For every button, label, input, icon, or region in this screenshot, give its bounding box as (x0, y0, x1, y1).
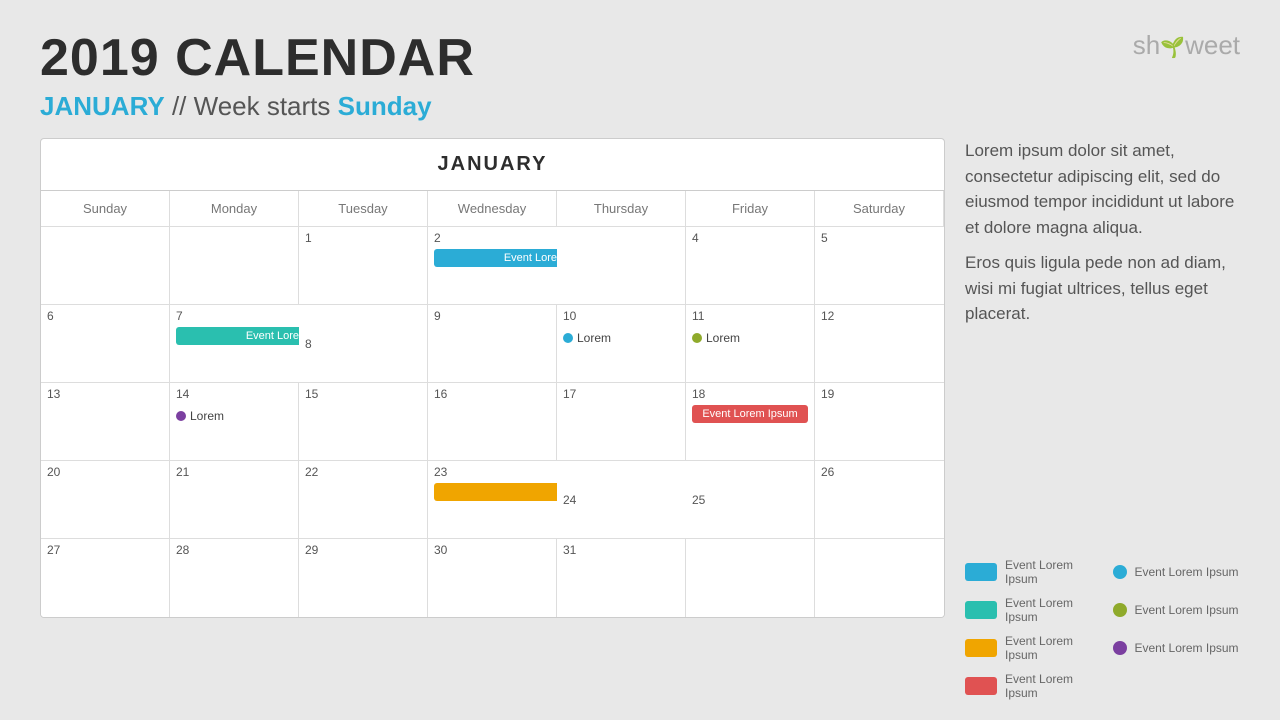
cell-jan-24-span: 24 (557, 461, 686, 539)
legend-circle-olive (1113, 603, 1127, 617)
cell-jan-16: 16 (428, 383, 557, 461)
day-sunday: Sunday (41, 191, 170, 227)
cell-jan-13: 13 (41, 383, 170, 461)
cell-jan-5: 5 (815, 227, 944, 305)
cell-jan-7: 7 Event Lorem Ipsum (170, 305, 299, 383)
cell-jan-1: 1 (299, 227, 428, 305)
cell-jan-9: 9 (428, 305, 557, 383)
page-title: 2019 CALENDAR (40, 30, 1240, 87)
event-dot-10: Lorem (563, 331, 611, 345)
cell-jan-30: 30 (428, 539, 557, 617)
dot-purple-14 (176, 411, 186, 421)
subtitle-sep: // Week starts (172, 91, 338, 121)
cell-jan-11: 11 Lorem (686, 305, 815, 383)
description-para2: Eros quis ligula pede non ad diam, wisi … (965, 250, 1240, 327)
legend: Event Lorem Ipsum Event Lorem Ipsum Even… (965, 558, 1240, 700)
cell-jan-10: 10 Lorem (557, 305, 686, 383)
cell-jan-26: 26 (815, 461, 944, 539)
legend-box-orange (965, 639, 997, 657)
cell-jan-29: 29 (299, 539, 428, 617)
cell-jan-12: 12 (815, 305, 944, 383)
cell-empty-end-2 (815, 539, 944, 617)
day-thursday: Thursday (557, 191, 686, 227)
legend-box-red (965, 677, 997, 695)
cell-jan-4: 4 (686, 227, 815, 305)
month-label: JANUARY (438, 153, 548, 175)
subtitle-month: JANUARY (40, 91, 165, 121)
legend-circle-purple (1113, 641, 1127, 655)
logo: sh🌱weet (1133, 30, 1240, 61)
legend-box-blue (965, 563, 997, 581)
dot-blue-10 (563, 333, 573, 343)
legend-label-dot-blue: Event Lorem Ipsum (1135, 565, 1239, 579)
dot-olive-11 (692, 333, 702, 343)
event-bar-18: Event Lorem Ipsum (692, 405, 808, 423)
legend-item-orange: Event Lorem Ipsum (965, 634, 1093, 662)
description-para1: Lorem ipsum dolor sit amet, consectetur … (965, 138, 1240, 240)
event-dot-11: Lorem (692, 331, 740, 345)
cell-jan-18: 18 Event Lorem Ipsum (686, 383, 815, 461)
legend-label-teal: Event Lorem Ipsum (1005, 596, 1093, 624)
calendar-box: JANUARY Sunday Monday Tuesday Wednesday … (40, 138, 945, 618)
event-dot-14: Lorem (176, 409, 224, 423)
legend-item-dot-blue: Event Lorem Ipsum (1113, 565, 1241, 579)
legend-box-teal (965, 601, 997, 619)
cell-empty-2 (170, 227, 299, 305)
cell-jan-23: 23 Event Lorem Ipsum (428, 461, 557, 539)
cell-jan-6: 6 (41, 305, 170, 383)
day-saturday: Saturday (815, 191, 944, 227)
legend-label-dot-purple: Event Lorem Ipsum (1135, 641, 1239, 655)
cell-jan-15: 15 (299, 383, 428, 461)
cell-jan-28: 28 (170, 539, 299, 617)
cell-jan-14: 14 Lorem (170, 383, 299, 461)
calendar-header: JANUARY (41, 139, 944, 191)
calendar-grid: Sunday Monday Tuesday Wednesday Thursday… (41, 191, 944, 617)
cell-empty-1 (41, 227, 170, 305)
cell-jan-3-span (557, 227, 686, 305)
cell-jan-25-span: 25 (686, 461, 815, 539)
legend-item-dot-purple: Event Lorem Ipsum (1113, 641, 1241, 655)
subtitle-day: Sunday (338, 91, 432, 121)
cell-jan-22: 22 (299, 461, 428, 539)
legend-item-blue: Event Lorem Ipsum (965, 558, 1093, 586)
cell-jan-8-span: 8 (299, 305, 428, 383)
day-friday: Friday (686, 191, 815, 227)
cell-jan-2: 2 Event Lorem Ipsum (428, 227, 557, 305)
legend-label-blue: Event Lorem Ipsum (1005, 558, 1093, 586)
legend-label-red: Event Lorem Ipsum (1005, 672, 1093, 700)
legend-label-orange: Event Lorem Ipsum (1005, 634, 1093, 662)
legend-label-dot-olive: Event Lorem Ipsum (1135, 603, 1239, 617)
right-section: Lorem ipsum dolor sit amet, consectetur … (965, 138, 1240, 700)
cell-jan-27: 27 (41, 539, 170, 617)
legend-item-red: Event Lorem Ipsum (965, 672, 1093, 700)
subtitle: JANUARY // Week starts Sunday (40, 91, 1240, 122)
day-monday: Monday (170, 191, 299, 227)
cell-jan-31: 31 (557, 539, 686, 617)
day-wednesday: Wednesday (428, 191, 557, 227)
header: 2019 CALENDAR JANUARY // Week starts Sun… (40, 30, 1240, 122)
page: sh🌱weet 2019 CALENDAR JANUARY // Week st… (0, 0, 1280, 720)
legend-item-dot-olive: Event Lorem Ipsum (1113, 603, 1241, 617)
content-row: JANUARY Sunday Monday Tuesday Wednesday … (40, 138, 1240, 700)
cell-jan-20: 20 (41, 461, 170, 539)
legend-circle-blue (1113, 565, 1127, 579)
cell-jan-17: 17 (557, 383, 686, 461)
day-tuesday: Tuesday (299, 191, 428, 227)
legend-item-teal: Event Lorem Ipsum (965, 596, 1093, 624)
calendar-section: JANUARY Sunday Monday Tuesday Wednesday … (40, 138, 945, 700)
cell-empty-end-1 (686, 539, 815, 617)
cell-jan-21: 21 (170, 461, 299, 539)
cell-jan-19: 19 (815, 383, 944, 461)
